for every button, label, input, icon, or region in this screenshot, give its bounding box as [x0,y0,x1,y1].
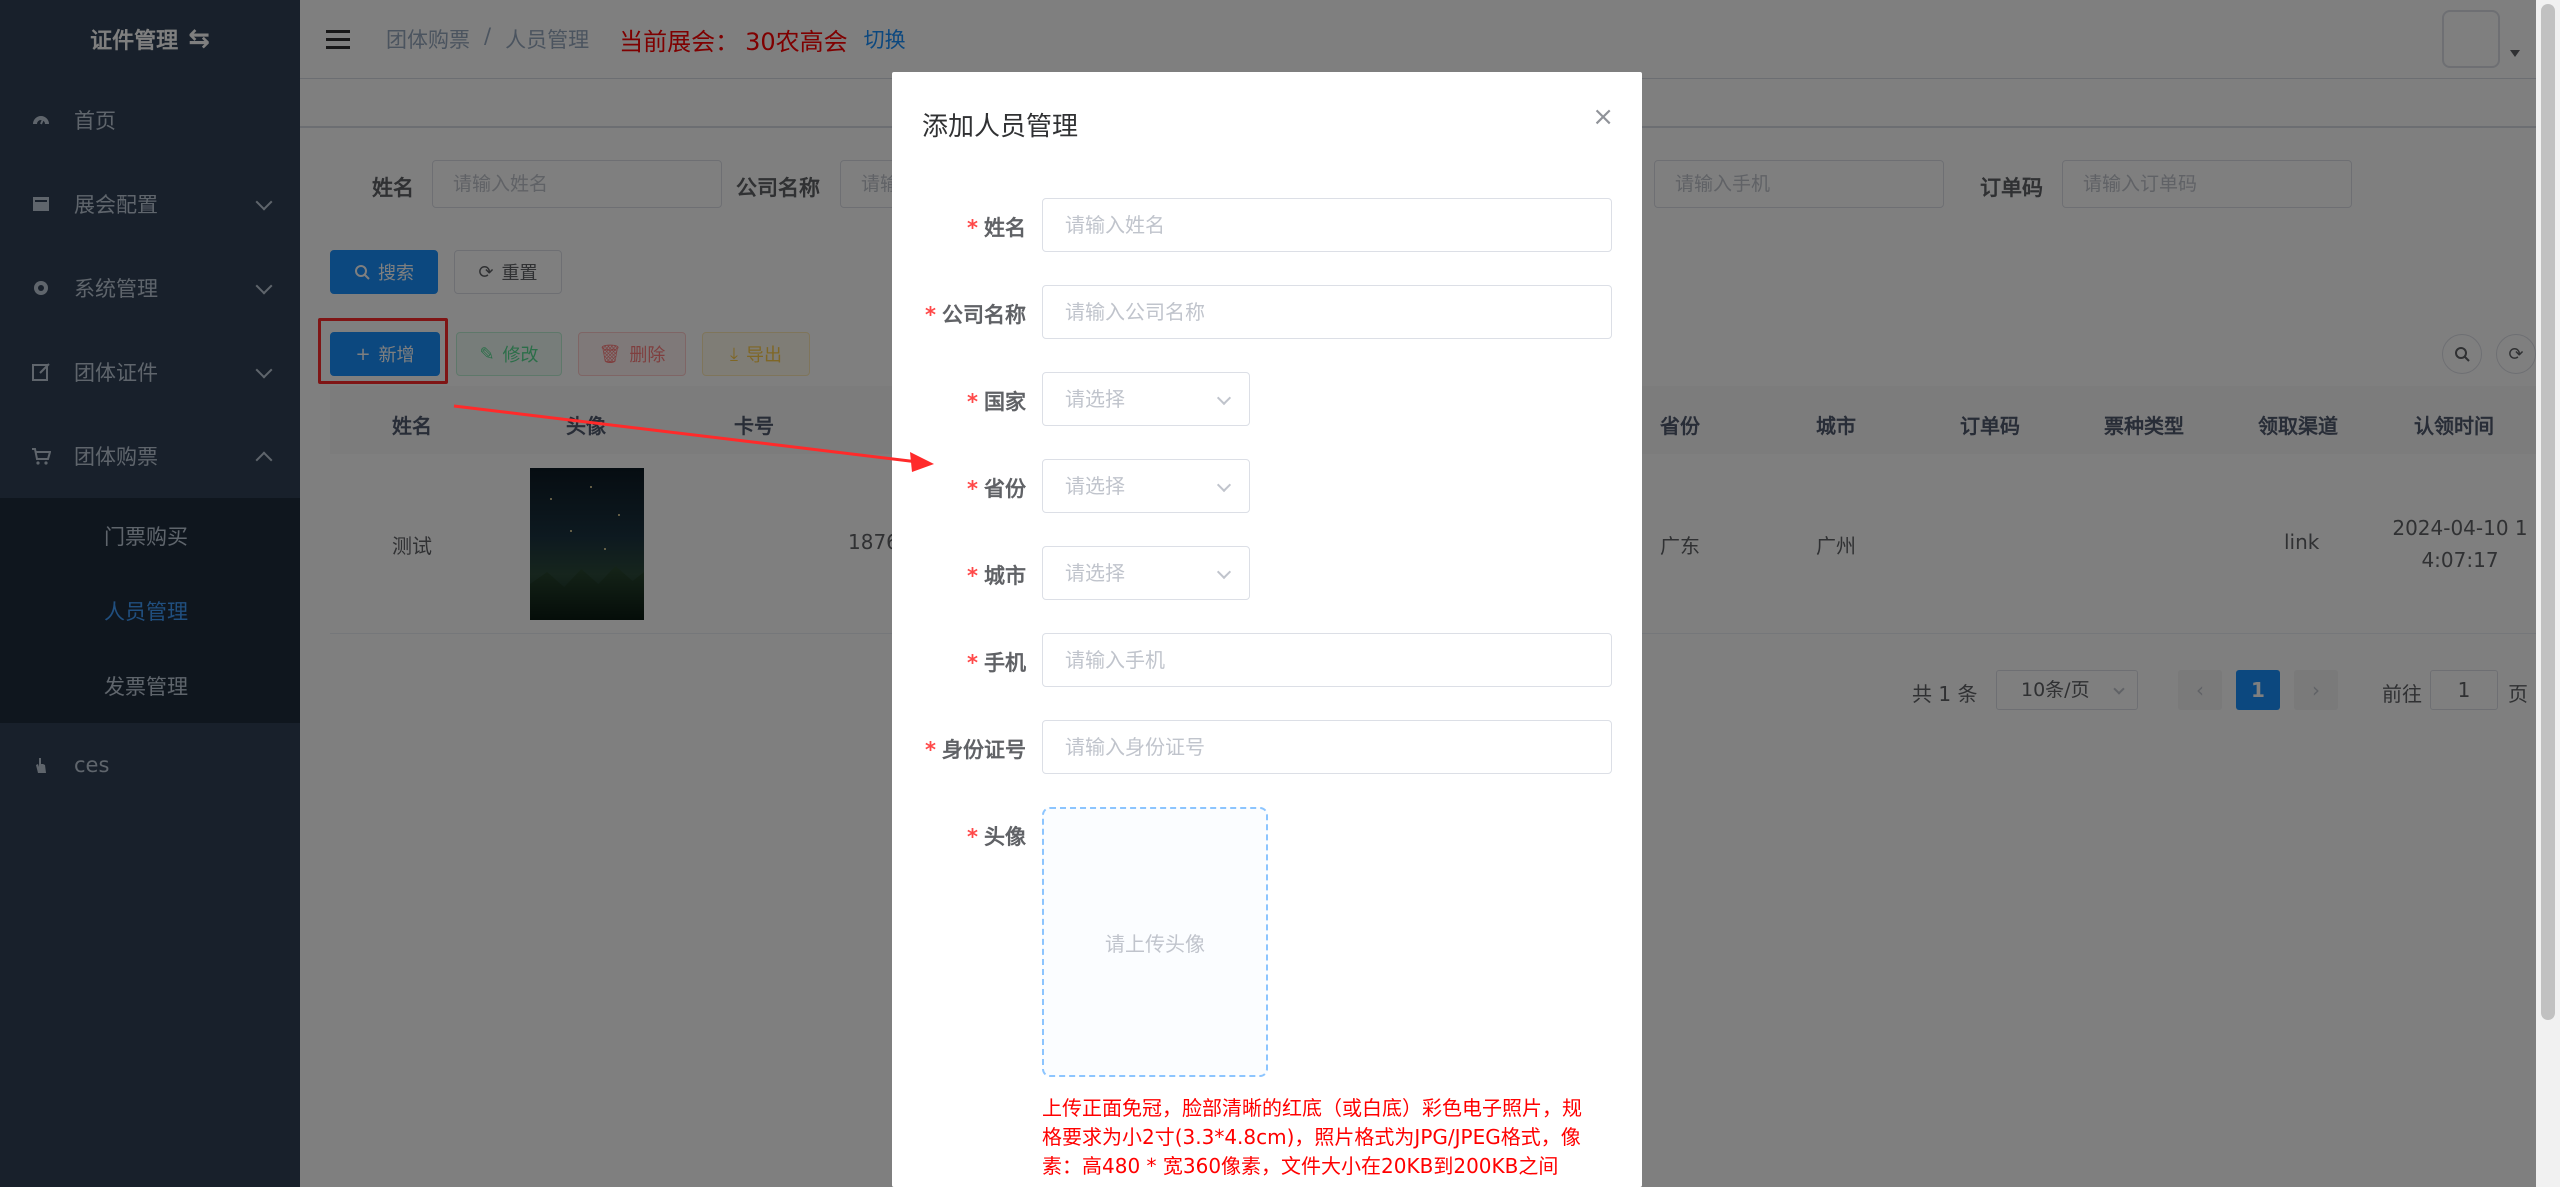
form-label-text: 身份证号 [942,738,1026,762]
required-mark: * [967,564,978,588]
form-label-text: 头像 [984,825,1026,849]
form-label-text: 姓名 [984,216,1026,240]
form-item-name: * 姓名 请输入姓名 [892,198,1642,252]
form-label-text: 手机 [984,651,1026,675]
form-item-city: * 城市 请选择 [892,546,1642,600]
required-mark: * [967,651,978,675]
city-select[interactable]: 请选择 [1042,546,1250,600]
scrollbar-thumb[interactable] [2541,4,2555,1020]
required-mark: * [967,216,978,240]
form-label: * 头像 [967,821,1026,851]
form-label: * 国家 [967,386,1026,416]
form-label: * 公司名称 [925,299,1026,329]
form-label: * 手机 [967,647,1026,677]
required-mark: * [967,390,978,414]
required-mark: * [925,738,936,762]
form-item-avatar: * 头像 请上传头像 [892,807,1642,1077]
form-item-province: * 省份 请选择 [892,459,1642,513]
chevron-down-icon [1216,477,1232,493]
close-icon[interactable]: × [1592,102,1614,132]
upload-tip-line: 格要求为小2寸(3.3*4.8cm)，照片格式为JPG/JPEG格式，像 [1042,1125,1581,1149]
select-placeholder: 请选择 [1065,474,1125,498]
chevron-down-icon [1216,564,1232,580]
form-label-text: 公司名称 [942,303,1026,327]
form-item-country: * 国家 请选择 [892,372,1642,426]
province-select[interactable]: 请选择 [1042,459,1250,513]
form-item-company: * 公司名称 请输入公司名称 [892,285,1642,339]
required-mark: * [967,477,978,501]
upload-tip: 上传正面免冠，脸部清晰的红底（或白底）彩色电子照片，规 格要求为小2寸(3.3*… [1042,1094,1622,1181]
chevron-down-icon [1216,390,1232,406]
page-scrollbar[interactable] [2536,0,2560,1187]
required-mark: * [967,825,978,849]
form-item-phone: * 手机 请输入手机 [892,633,1642,687]
form-label: * 姓名 [967,212,1026,242]
id-number-input[interactable]: 请输入身份证号 [1042,720,1612,774]
select-placeholder: 请选择 [1065,387,1125,411]
required-mark: * [925,303,936,327]
form-item-id-number: * 身份证号 请输入身份证号 [892,720,1642,774]
upload-tip-line: 上传正面免冠，脸部清晰的红底（或白底）彩色电子照片，规 [1042,1096,1582,1120]
phone-input[interactable]: 请输入手机 [1042,633,1612,687]
form-label: * 省份 [967,473,1026,503]
form-label-text: 国家 [984,390,1026,414]
company-input[interactable]: 请输入公司名称 [1042,285,1612,339]
select-placeholder: 请选择 [1065,561,1125,585]
avatar-upload[interactable]: 请上传头像 [1042,807,1268,1077]
form-label: * 身份证号 [925,734,1026,764]
form-label-text: 省份 [984,477,1026,501]
dialog-title: 添加人员管理 [922,112,1079,142]
upload-placeholder: 请上传头像 [1105,931,1205,956]
form-label-text: 城市 [984,564,1026,588]
form-label: * 城市 [967,560,1026,590]
upload-tip-line: 素：高480 * 宽360像素，文件大小在20KB到200KB之间 [1042,1154,1559,1178]
add-staff-dialog: 添加人员管理 × * 姓名 请输入姓名 * 公司名称 请输入公司名称 * 国家 请选择… [892,72,1642,1187]
country-select[interactable]: 请选择 [1042,372,1250,426]
name-input[interactable]: 请输入姓名 [1042,198,1612,252]
